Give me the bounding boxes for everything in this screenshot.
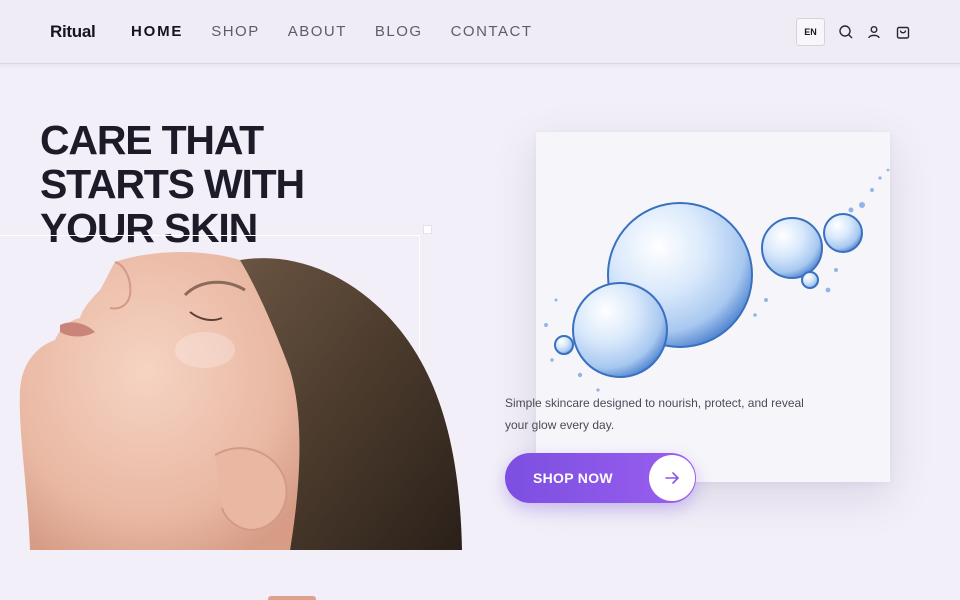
frame-handle: [423, 225, 432, 234]
shop-now-label: SHOP NOW: [533, 470, 613, 486]
water-bubbles-image: [544, 168, 890, 392]
site-header: Ritual HOME SHOP ABOUT BLOG CONTACT EN: [0, 0, 960, 64]
next-section-hint: [268, 596, 316, 600]
arrow-right-icon: [649, 455, 695, 501]
hero-title: CARE THAT STARTS WITH YOUR SKIN: [40, 118, 370, 250]
nav-item-contact[interactable]: CONTACT: [451, 23, 533, 40]
nav-item-blog[interactable]: BLOG: [375, 23, 423, 40]
hero-title-line: STARTS WITH: [40, 161, 305, 207]
hero-title-line: CARE THAT: [40, 117, 264, 163]
hero-description: Simple skincare designed to nourish, pro…: [505, 396, 804, 432]
hero-portrait-image: [19, 251, 462, 550]
language-button[interactable]: EN: [796, 18, 825, 46]
search-icon[interactable]: [838, 24, 854, 40]
nav-item-about[interactable]: ABOUT: [288, 23, 347, 40]
shop-now-button[interactable]: SHOP NOW: [505, 453, 696, 503]
page: Ritual HOME SHOP ABOUT BLOG CONTACT EN C: [0, 0, 960, 600]
main-nav: HOME SHOP ABOUT BLOG CONTACT: [131, 23, 560, 40]
nav-item-shop[interactable]: SHOP: [211, 23, 260, 40]
bag-icon[interactable]: [895, 24, 911, 40]
nav-item-home[interactable]: HOME: [131, 23, 183, 40]
logo[interactable]: Ritual: [50, 22, 96, 42]
user-icon[interactable]: [866, 24, 882, 40]
